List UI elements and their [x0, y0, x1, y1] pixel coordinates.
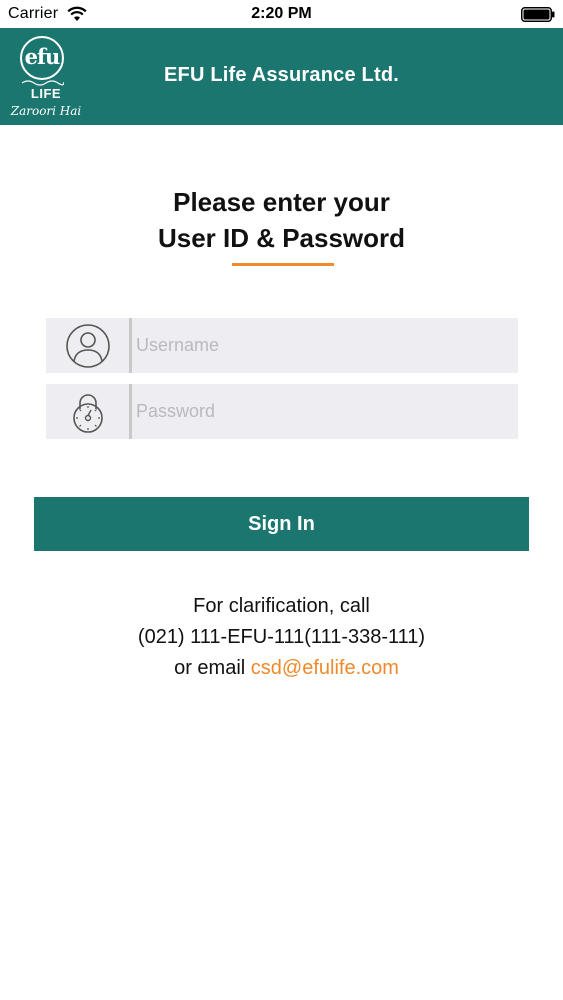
contact-email-prefix: or email — [174, 657, 246, 679]
username-icon-box — [46, 318, 129, 373]
username-field-row — [46, 318, 518, 373]
logo-life-text: LIFE — [30, 86, 62, 101]
battery-icon — [521, 7, 555, 22]
contact-line-1: For clarification, call — [193, 595, 370, 617]
status-bar: Carrier 2:20 PM — [0, 0, 563, 28]
username-input[interactable] — [134, 318, 514, 373]
logo-tagline: Zaroori Hai — [10, 104, 82, 118]
login-headline: Please enter your User ID & Password — [0, 184, 563, 256]
header-title: EFU Life Assurance Ltd. — [163, 64, 399, 86]
headline-underline — [232, 263, 334, 266]
contact-email-line: or email csd@efulife.com — [0, 653, 563, 684]
contact-email-link[interactable]: csd@efulife.com — [251, 657, 399, 679]
status-time: 2:20 PM — [251, 5, 312, 22]
username-divider — [129, 318, 132, 373]
sign-in-button[interactable]: Sign In — [34, 497, 529, 551]
headline-line-2: User ID & Password — [157, 223, 406, 253]
password-icon-box — [46, 384, 129, 439]
contact-info: For clarification, call (021) 111-EFU-11… — [0, 591, 563, 684]
password-input[interactable] — [134, 384, 514, 439]
headline-line-1: Please enter your — [173, 187, 390, 217]
password-divider — [129, 384, 132, 439]
user-icon — [66, 324, 110, 368]
lock-icon — [73, 394, 103, 433]
app-header: efu LIFE Zaroori Hai EFU Life Assurance … — [0, 28, 563, 125]
contact-phone: (021) 111-EFU-111(111-338-111) — [137, 626, 426, 648]
password-field-row — [46, 384, 518, 439]
